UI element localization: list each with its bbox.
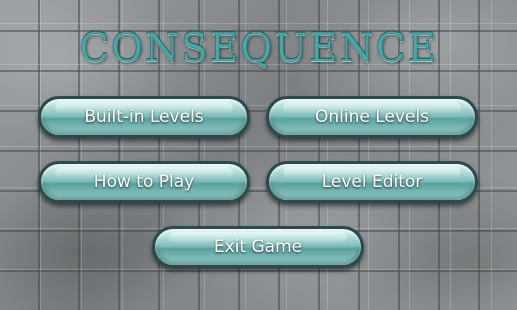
built-in-levels-button[interactable]: Built-in Levels [38,96,250,138]
game-title: CONSEQUENCE [79,26,438,72]
exit-game-button[interactable]: Exit Game [152,226,364,268]
level-editor-button[interactable]: Level Editor [266,161,478,203]
how-to-play-label: How to Play [93,172,195,192]
online-levels-label: Online Levels [315,107,429,127]
exit-game-label: Exit Game [213,237,303,257]
built-in-levels-label: Built-in Levels [84,107,204,127]
online-levels-button[interactable]: Online Levels [266,96,478,138]
level-editor-label: Level Editor [321,172,423,192]
how-to-play-button[interactable]: How to Play [38,161,250,203]
